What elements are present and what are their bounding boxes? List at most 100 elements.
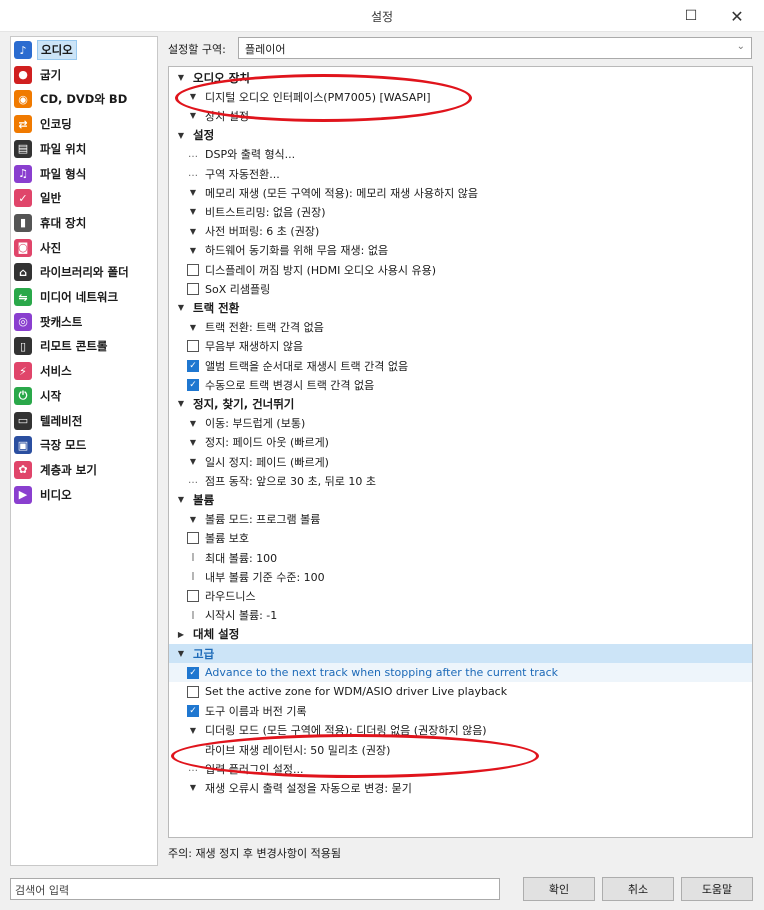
tree-item[interactable]: 볼륨 보호 <box>169 529 752 548</box>
sidebar-item[interactable]: ▤ 파일 위치 <box>13 138 155 160</box>
tree-item[interactable]: … DSP와 출력 형식... <box>169 145 752 164</box>
checkbox[interactable] <box>187 282 199 295</box>
tree-item[interactable]: ▼ 재생 오류시 출력 설정을 자동으로 변경: 묻기 <box>169 778 752 797</box>
tree-group[interactable]: ▶ 대체 설정 <box>169 625 752 644</box>
tree-item[interactable]: SoX 리샘플링 <box>169 279 752 298</box>
sidebar-item[interactable]: ⚡ 서비스 <box>13 360 155 382</box>
tree-item-label: 점프 동작: 앞으로 30 초, 뒤로 10 초 <box>205 474 376 488</box>
sidebar-item-icon: ◉ <box>14 90 32 109</box>
sidebar-item[interactable]: ♫ 파일 형식 <box>13 163 155 185</box>
checkbox[interactable]: ✓ <box>187 359 199 372</box>
sidebar-item[interactable]: ✓ 일반 <box>13 187 155 209</box>
ok-button[interactable]: 확인 <box>523 877 595 901</box>
zone-select[interactable]: 플레이어 ⌄ <box>238 37 752 59</box>
tree-item-label: 장치 설정 <box>205 109 249 123</box>
tree-item-label: 일시 정지: 페이드 (빠르게) <box>205 455 329 469</box>
settings-tree: ▼ 오디오 장치 ▼ 디지털 오디오 인터페이스(PM7005) [WASAPI] ▼ 장… <box>168 66 753 838</box>
search-input[interactable]: 검색어 입력 <box>10 878 500 900</box>
sidebar-item[interactable]: ▣ 극장 모드 <box>13 434 155 456</box>
sidebar-item-icon: ⇋ <box>14 288 32 306</box>
sidebar-item[interactable]: ♪ 오디오 <box>13 39 155 61</box>
tree-item[interactable]: ▼ 트랙 전환: 트랙 간격 없음 <box>169 318 752 337</box>
ellipsis-icon: … <box>188 148 198 160</box>
tree-group[interactable]: ▼ 볼륨 <box>169 490 752 509</box>
tree-item[interactable]: 디스플레이 꺼짐 방지 (HDMI 오디오 사용시 유용) <box>169 260 752 279</box>
tree-item[interactable]: ▼ 사전 버퍼링: 6 초 (권장) <box>169 222 752 241</box>
tree-group[interactable]: ▼ 트랙 전환 <box>169 298 752 317</box>
sidebar-item-label: 미디어 네트워크 <box>40 290 119 304</box>
tree-item[interactable]: ▼ 이동: 부드럽게 (보통) <box>169 414 752 433</box>
checkbox[interactable] <box>187 589 199 602</box>
tree-group[interactable]: ▼ 정지, 찾기, 건너뛰기 <box>169 394 752 413</box>
tree-group[interactable]: ▼ 고급 <box>169 644 752 663</box>
sidebar-item[interactable]: ⇋ 미디어 네트워크 <box>13 286 155 308</box>
sidebar-item[interactable]: ⌂ 라이브러리와 폴더 <box>13 261 155 283</box>
zone-label: 설정할 구역: <box>168 43 226 56</box>
tree-item-label: 수동으로 트랙 변경시 트랙 간격 없음 <box>205 378 375 392</box>
tree-item[interactable]: ✓ 앨범 트랙을 순서대로 재생시 트랙 간격 없음 <box>169 356 752 375</box>
tree-item-label: DSP와 출력 형식... <box>205 148 296 162</box>
tree-item[interactable]: ▼ 정지: 페이드 아웃 (빠르게) <box>169 433 752 452</box>
sidebar-item[interactable]: ▮ 휴대 장치 <box>13 212 155 234</box>
close-icon[interactable]: ✕ <box>714 0 760 32</box>
tree-item[interactable]: I 시작시 볼륨: -1 <box>169 606 752 625</box>
checkbox[interactable] <box>187 263 199 276</box>
tree-group[interactable]: ▼ 오디오 장치 <box>169 68 752 87</box>
dropdown-arrow-icon: ▼ <box>189 322 197 332</box>
ellipsis-icon: … <box>188 763 198 775</box>
sidebar-item[interactable]: ⏻ 시작 <box>13 385 155 407</box>
tree-item[interactable]: … 구역 자동전환... <box>169 164 752 183</box>
collapse-arrow-icon: ▼ <box>177 130 185 140</box>
sidebar-item[interactable]: ▶ 비디오 <box>13 484 155 506</box>
tree-item-label: SoX 리샘플링 <box>205 282 271 296</box>
checkbox[interactable] <box>187 340 199 353</box>
checkbox[interactable]: ✓ <box>187 705 199 718</box>
tree-item-label: 메모리 재생 (모든 구역에 적용): 메모리 재생 사용하지 않음 <box>205 186 479 200</box>
tree-item[interactable]: ▼ 일시 정지: 페이드 (빠르게) <box>169 452 752 471</box>
tree-item[interactable]: 무음부 재생하지 않음 <box>169 337 752 356</box>
tree-item-label: 하드웨어 동기화를 위해 무음 재생: 없음 <box>205 244 389 258</box>
sidebar-item-label: 계층과 보기 <box>40 462 97 477</box>
checkbox[interactable] <box>187 532 199 545</box>
maximize-icon[interactable]: ☐ <box>668 0 714 32</box>
sidebar-item[interactable]: ⇄ 인코딩 <box>13 113 155 135</box>
cancel-button[interactable]: 취소 <box>602 877 674 901</box>
sidebar-item[interactable]: ▯ 리모트 콘트롤 <box>13 335 155 357</box>
tree-item[interactable]: ▼ 디더링 모드 (모든 구역에 적용): 디더링 없음 (권장하지 않음) <box>169 721 752 740</box>
tree-group[interactable]: ▼ 설정 <box>169 126 752 145</box>
sidebar-item[interactable]: ◉ CD, DVD와 BD <box>13 88 155 110</box>
sidebar-item-icon: ▯ <box>14 337 32 356</box>
sidebar-item-icon: ⇄ <box>14 115 32 134</box>
tree-item[interactable]: I 내부 볼륨 기준 수준: 100 <box>169 567 752 586</box>
sidebar-item[interactable]: ◎ 팟캐스트 <box>13 311 155 333</box>
checkbox[interactable] <box>187 685 199 698</box>
sidebar-item[interactable]: ✿ 계층과 보기 <box>13 459 155 481</box>
checkbox[interactable]: ✓ <box>187 666 199 679</box>
tree-item[interactable]: … 입력 플러그인 설정... <box>169 759 752 778</box>
tree-item[interactable]: I 최대 볼륨: 100 <box>169 548 752 567</box>
tree-item[interactable]: ✓ 도구 이름과 버전 기록 <box>169 702 752 721</box>
checkbox[interactable]: ✓ <box>187 378 199 391</box>
sidebar-item[interactable]: ◙ 사진 <box>13 237 155 259</box>
tree-item[interactable]: … 점프 동작: 앞으로 30 초, 뒤로 10 초 <box>169 471 752 490</box>
tree-item[interactable]: ▼ 장치 설정 <box>169 106 752 125</box>
tree-item[interactable]: ✓ 수동으로 트랙 변경시 트랙 간격 없음 <box>169 375 752 394</box>
tree-item[interactable]: ▼ 디지털 오디오 인터페이스(PM7005) [WASAPI] <box>169 87 752 106</box>
sidebar-item[interactable]: ● 굽기 <box>13 64 155 86</box>
sidebar-item-icon: ⏻ <box>14 386 32 405</box>
tree-item[interactable]: ▼ 볼륨 모드: 프로그램 볼륨 <box>169 510 752 529</box>
sidebar-item-icon: ▭ <box>14 411 32 430</box>
tree-item[interactable]: ✓ Advance to the next track when stopping… <box>169 663 752 683</box>
tree-item[interactable]: 라우드니스 <box>169 586 752 605</box>
tree-item[interactable]: 라이브 재생 레이턴시: 50 밀리초 (권장) <box>169 740 752 759</box>
tree-item[interactable]: Set the active zone for WDM/ASIO driver … <box>169 682 752 701</box>
sidebar-item-icon: ▤ <box>14 139 32 158</box>
tree-item[interactable]: ▼ 비트스트리밍: 없음 (권장) <box>169 202 752 221</box>
tree-item[interactable]: ▼ 하드웨어 동기화를 위해 무음 재생: 없음 <box>169 241 752 260</box>
tree-item[interactable]: ▼ 메모리 재생 (모든 구역에 적용): 메모리 재생 사용하지 않음 <box>169 183 752 202</box>
sidebar-item-label: 파일 위치 <box>40 141 87 156</box>
sidebar-item[interactable]: ▭ 텔레비전 <box>13 410 155 432</box>
tree-item-label: 구역 자동전환... <box>205 167 280 181</box>
help-button[interactable]: 도움말 <box>681 877 753 901</box>
collapse-arrow-icon: ▼ <box>177 649 185 658</box>
